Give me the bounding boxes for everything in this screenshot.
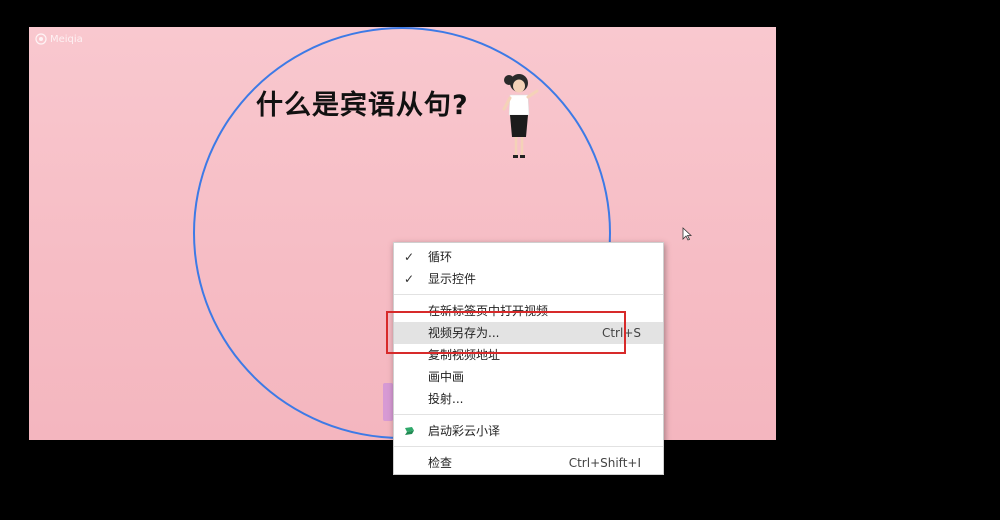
flag-icon bbox=[405, 427, 414, 435]
menu-item-label: 检查 bbox=[428, 456, 453, 470]
menu-item-label: 显示控件 bbox=[428, 272, 477, 286]
menu-item-label: 复制视频地址 bbox=[428, 348, 501, 362]
menu-item-open-in-new-tab[interactable]: 在新标签页中打开视频 bbox=[394, 300, 663, 322]
menu-item-loop[interactable]: ✓ 循环 bbox=[394, 246, 663, 268]
watermark-logo-icon bbox=[35, 33, 47, 45]
menu-item-inspect[interactable]: 检查 Ctrl+Shift+I bbox=[394, 452, 663, 474]
menu-item-label: 循环 bbox=[428, 250, 453, 264]
menu-item-show-controls[interactable]: ✓ 显示控件 bbox=[394, 268, 663, 290]
menu-item-cast[interactable]: 投射... bbox=[394, 388, 663, 410]
watermark-text: Meiqia bbox=[50, 33, 83, 45]
menu-item-shortcut: Ctrl+Shift+I bbox=[568, 456, 641, 470]
menu-item-caiyun-translate[interactable]: 启动彩云小译 bbox=[394, 420, 663, 442]
menu-separator bbox=[394, 446, 663, 447]
screen: Meiqia 什么是宾语从句? ✓ 循环 ✓ 显示控件 在新标签页中打开视频 视… bbox=[0, 0, 1000, 520]
menu-item-label: 启动彩云小译 bbox=[428, 424, 501, 438]
teacher-illustration bbox=[502, 74, 539, 158]
context-menu: ✓ 循环 ✓ 显示控件 在新标签页中打开视频 视频另存为... Ctrl+S 复… bbox=[393, 242, 664, 475]
slide-title: 什么是宾语从句? bbox=[256, 90, 469, 121]
menu-item-save-video-as[interactable]: 视频另存为... Ctrl+S bbox=[394, 322, 663, 344]
decorative-prop bbox=[383, 383, 393, 421]
watermark: Meiqia bbox=[35, 33, 83, 45]
menu-item-picture-in-picture[interactable]: 画中画 bbox=[394, 366, 663, 388]
menu-item-shortcut: Ctrl+S bbox=[601, 326, 641, 340]
menu-separator bbox=[394, 294, 663, 295]
menu-item-label: 投射... bbox=[428, 392, 464, 406]
menu-item-label: 在新标签页中打开视频 bbox=[428, 304, 549, 318]
mouse-cursor-icon bbox=[682, 227, 692, 241]
menu-item-label: 视频另存为... bbox=[428, 326, 500, 340]
menu-item-label: 画中画 bbox=[428, 370, 465, 384]
menu-separator bbox=[394, 414, 663, 415]
check-icon: ✓ bbox=[404, 250, 415, 264]
check-icon: ✓ bbox=[404, 272, 415, 286]
menu-item-copy-video-address[interactable]: 复制视频地址 bbox=[394, 344, 663, 366]
